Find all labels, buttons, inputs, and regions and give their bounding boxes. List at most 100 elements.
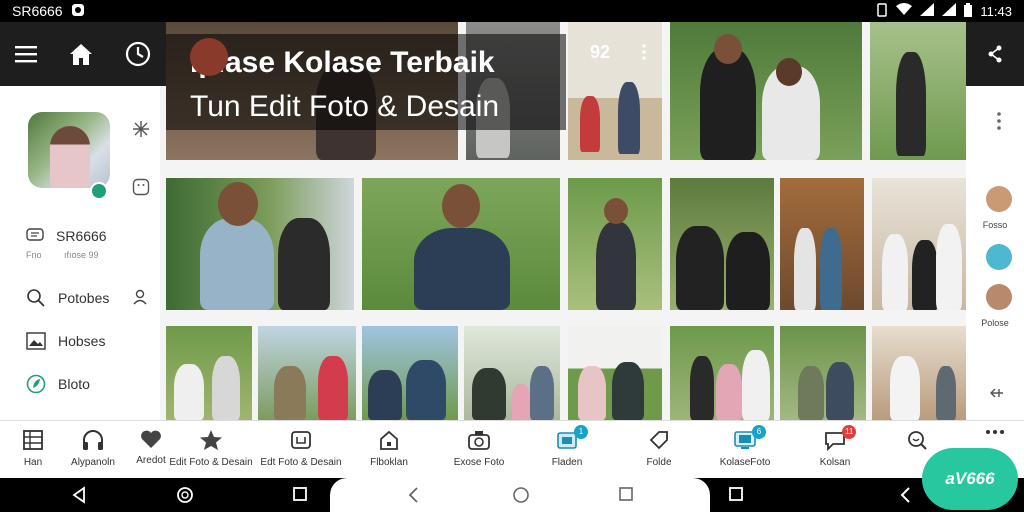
back-icon[interactable]: [70, 486, 88, 509]
chevron-left-icon[interactable]: [898, 486, 912, 509]
notification-badge: 1: [574, 425, 588, 439]
chevron-left-icon[interactable]: [406, 486, 420, 509]
photo-tile[interactable]: [166, 326, 252, 420]
sparkle-icon[interactable]: [132, 120, 150, 143]
photo-tile[interactable]: [464, 326, 560, 420]
menu-icon[interactable]: [15, 45, 38, 63]
photo-tile[interactable]: [670, 22, 862, 160]
nav-label: Aredot: [136, 455, 166, 466]
collapse-icon[interactable]: [990, 386, 1004, 404]
more-vert-icon[interactable]: [642, 44, 646, 65]
banner-title: Iplase Kolase Terbaik: [190, 46, 495, 79]
person-add-icon[interactable]: [132, 288, 150, 311]
photo-tile[interactable]: [568, 326, 662, 420]
nav-label: Han: [23, 457, 43, 468]
profile-sub-right: ıfıose 99: [64, 250, 99, 260]
top-app-bar: [0, 22, 166, 86]
photo-tile[interactable]: [780, 178, 864, 310]
nav-label: Folde: [646, 457, 672, 468]
profile-row[interactable]: SR6666: [26, 228, 107, 244]
bottom-nav: Han Alypanoln Aredot Edit Foto & Desain …: [0, 420, 1024, 478]
home-icon[interactable]: [68, 42, 94, 66]
avatar[interactable]: [28, 112, 110, 188]
banner-subtitle: Tun Edit Foto & Desain: [190, 90, 500, 123]
nav-label: Fladen: [551, 457, 583, 468]
home-circle-icon[interactable]: [176, 486, 194, 509]
notification-badge: 6: [752, 425, 766, 439]
clock-label: 11:43: [980, 3, 1012, 19]
nav-label: Edit Foto & Desain: [169, 457, 253, 468]
image-icon: [26, 332, 46, 350]
status-bar: SR6666 11:43: [0, 0, 1024, 22]
nav-item-edit-foto[interactable]: Edit Foto & Desain: [166, 429, 256, 468]
photo-tile[interactable]: [670, 178, 774, 310]
banner-logo-icon: [190, 38, 228, 76]
clock-icon[interactable]: [125, 41, 151, 67]
notification-badge: 11: [842, 425, 857, 439]
chat-bubble-icon: [26, 228, 44, 241]
photo-tile[interactable]: 92: [568, 22, 662, 160]
profile-name: SR6666: [56, 228, 107, 244]
sidebar-item-bloto[interactable]: Bloto: [26, 374, 90, 394]
signal2-icon: [942, 3, 957, 19]
signal-icon: [920, 3, 935, 19]
sticker-icon[interactable]: [132, 178, 150, 201]
nav-item-folde[interactable]: Folde: [614, 429, 704, 468]
sidebar-item-hobses[interactable]: Hobses: [26, 332, 105, 350]
nav-item-kolasefoto[interactable]: 6 KolaseFoto: [700, 425, 790, 468]
right-panel: Fosso Polose: [966, 86, 1024, 420]
recents-icon[interactable]: [618, 486, 634, 507]
photo-tile[interactable]: [872, 178, 966, 310]
nav-label: Edt Foto & Desain: [260, 457, 342, 468]
nav-item-exose-foto[interactable]: Exose Foto: [434, 429, 524, 468]
sidebar-item-label: Hobses: [58, 333, 106, 349]
recents-icon[interactable]: [728, 486, 744, 507]
nav-label: Flboklan: [370, 457, 408, 468]
photo-tile[interactable]: [568, 178, 662, 310]
nav-item-more[interactable]: [950, 429, 1024, 435]
photo-tile[interactable]: [362, 178, 560, 310]
photo-tile[interactable]: [362, 326, 458, 420]
home-circle-icon[interactable]: [512, 486, 530, 509]
photo-tile[interactable]: [870, 22, 966, 160]
left-panel: SR6666 Fno ıfıose 99 Potobes Hobses Blot…: [0, 86, 160, 420]
home-icon: [380, 430, 398, 450]
nav-item-flboklan[interactable]: Flboklan: [344, 429, 434, 468]
contact-label: Fosso: [982, 220, 1008, 230]
notification-icon: [71, 3, 85, 20]
battery-icon: [964, 2, 973, 20]
contact-avatar[interactable]: [986, 284, 1012, 310]
photo-tile[interactable]: [780, 326, 866, 420]
heart-icon: [141, 430, 161, 448]
search-icon: [908, 431, 927, 450]
avatar-status-badge: [90, 182, 108, 200]
photo-tile[interactable]: [166, 178, 354, 310]
nav-item-fladen[interactable]: 1 Fladen: [522, 425, 612, 468]
contact-avatar[interactable]: [986, 186, 1012, 212]
contact-avatar[interactable]: [986, 244, 1012, 270]
photo-tile[interactable]: [872, 326, 966, 420]
recents-icon[interactable]: [292, 486, 308, 507]
floating-action-button[interactable]: aV666: [922, 448, 1018, 510]
grid-icon: [23, 430, 43, 450]
sidebar-item-label: Potobes: [58, 290, 110, 306]
nav-item-edt-foto[interactable]: Edt Foto & Desain: [256, 429, 346, 468]
nav-label: KolaseFoto: [719, 457, 771, 468]
photo-tile[interactable]: [670, 326, 774, 420]
nav-item-kolsan[interactable]: 11 Kolsan: [790, 425, 880, 468]
photo-tile[interactable]: [258, 326, 356, 420]
tile-badge: 92: [590, 42, 611, 62]
camera-icon: [468, 431, 490, 450]
more-icon: [986, 430, 1004, 434]
more-vert-icon[interactable]: [997, 112, 1001, 135]
star-icon: [200, 430, 222, 450]
headphones-icon: [83, 430, 103, 450]
sidebar-item-potobes[interactable]: Potobes: [26, 288, 109, 308]
carrier-label: SR6666: [12, 3, 63, 19]
sidebar-item-label: Bloto: [58, 376, 90, 392]
leaf-icon: [26, 374, 46, 394]
wifi-icon: [896, 3, 913, 19]
share-icon[interactable]: [987, 44, 1003, 64]
profile-sub-left: Fno: [26, 250, 42, 260]
vibrate-icon: [876, 2, 888, 20]
